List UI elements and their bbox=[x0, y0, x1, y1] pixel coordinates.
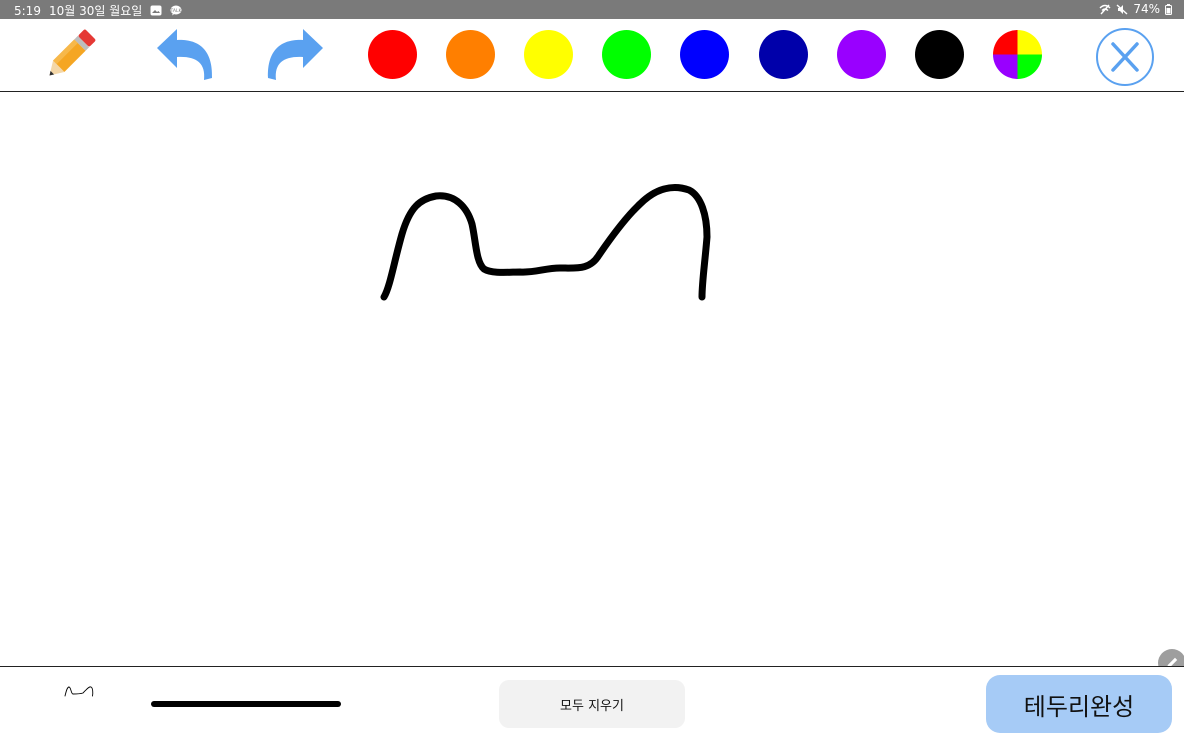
pencil-icon bbox=[49, 29, 96, 76]
close-x-icon bbox=[1095, 27, 1154, 86]
redo-button[interactable] bbox=[264, 25, 328, 83]
drawn-stroke bbox=[380, 184, 711, 301]
gallery-notification-icon bbox=[150, 5, 162, 16]
color-picker-button[interactable] bbox=[993, 30, 1042, 79]
color-swatch-blue[interactable] bbox=[680, 30, 729, 79]
drawing-toolbar bbox=[0, 19, 1184, 92]
pencil-tool-button[interactable] bbox=[40, 27, 100, 83]
status-date: 10월 30일 월요일 bbox=[48, 4, 143, 18]
undo-button[interactable] bbox=[152, 25, 216, 83]
wifi-off-icon bbox=[1099, 4, 1111, 14]
undo-arrow-icon bbox=[157, 29, 213, 80]
chat-notification-icon: TALK bbox=[170, 5, 182, 16]
status-time: 5:19 bbox=[14, 3, 41, 18]
close-button[interactable] bbox=[1094, 26, 1155, 87]
color-swatch-yellow[interactable] bbox=[524, 30, 573, 79]
battery-icon bbox=[1165, 3, 1172, 15]
border-complete-button[interactable]: 테두리완성 bbox=[986, 675, 1172, 733]
color-swatch-purple[interactable] bbox=[837, 30, 886, 79]
color-swatch-orange[interactable] bbox=[446, 30, 495, 79]
drawing-canvas[interactable] bbox=[0, 92, 1184, 677]
stroke-size-indicator[interactable] bbox=[151, 701, 341, 707]
color-swatch-green[interactable] bbox=[602, 30, 651, 79]
color-swatch-dark-blue[interactable] bbox=[759, 30, 808, 79]
clear-all-button[interactable]: 모두 지우기 bbox=[499, 680, 685, 728]
battery-percent: 74% bbox=[1133, 2, 1160, 16]
redo-arrow-icon bbox=[267, 29, 323, 80]
drawing-thumbnail bbox=[64, 686, 94, 697]
color-swatch-black[interactable] bbox=[915, 30, 964, 79]
bottom-bar: 모두 지우기 테두리완성 bbox=[0, 666, 1184, 739]
status-bar: 5:19 10월 30일 월요일 TALK 74% bbox=[0, 0, 1184, 19]
svg-text:TALK: TALK bbox=[170, 8, 182, 14]
color-swatch-red[interactable] bbox=[368, 30, 417, 79]
mute-icon bbox=[1116, 3, 1128, 15]
